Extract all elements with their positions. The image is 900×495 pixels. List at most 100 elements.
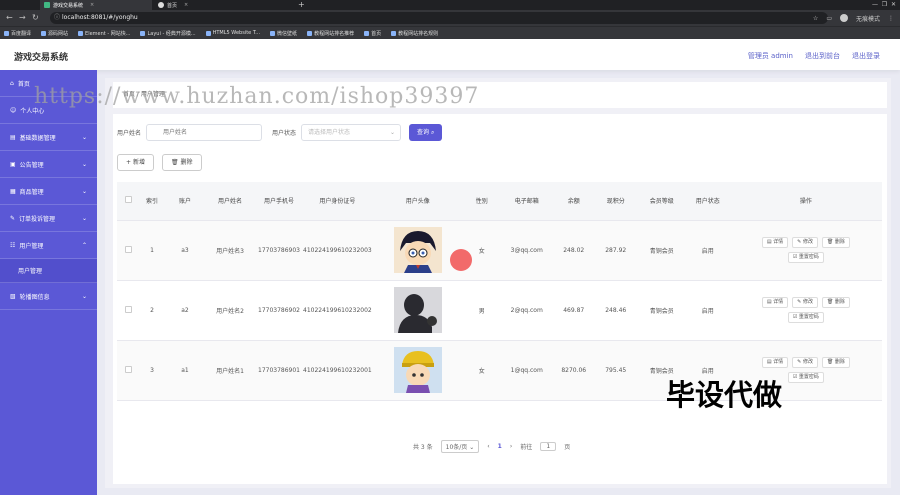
delete-button[interactable]: 🗑 删除 [821, 237, 850, 248]
sidebar-item-carousel[interactable]: ▧ 轮播图信息 ⌄ [0, 283, 97, 310]
delete-button[interactable]: 🗑 删除 [821, 357, 850, 368]
reset-password-button[interactable]: ☑ 重置密码 [787, 252, 824, 263]
status-filter-label: 用户状态 [272, 130, 297, 137]
cell-gender: 女 [463, 340, 500, 401]
sidebar-subitem-user-management[interactable]: 用户管理 [0, 259, 97, 283]
cell-name: 用户姓名2 [205, 280, 255, 341]
detail-button[interactable]: ▤ 详情 [761, 357, 789, 368]
profile-label[interactable]: 无痕模式 [856, 14, 880, 23]
row-checkbox[interactable] [124, 245, 132, 253]
sidebar-item-order-complaint[interactable]: ✎ 订单投诉管理 ⌄ [0, 205, 97, 232]
data-icon: ▤ [10, 133, 16, 141]
reset-password-button[interactable]: ☑ 重置密码 [787, 312, 824, 323]
browser-tab-active[interactable]: 游戏交易系统 × [40, 0, 152, 10]
home-icon: ⌂ [10, 79, 14, 87]
window-controls[interactable]: — ❐ ✕ [872, 0, 896, 10]
bookmark[interactable]: 教程网站排名推荐 [307, 30, 354, 37]
reload-icon[interactable]: ↻ [32, 13, 39, 22]
status-select[interactable]: 请选择用户状态 ⌄ [301, 124, 402, 141]
goto-label: 前往 [520, 444, 533, 451]
table-header-row: 索引 账户 用户姓名 用户手机号 用户身份证号 用户头像 性别 电子邮箱 余额 … [117, 182, 882, 221]
bookmark[interactable]: Element - 网站快... [78, 30, 130, 37]
bookmark-star-icon[interactable]: ☆ [813, 15, 818, 22]
bookmark-icon [391, 30, 397, 36]
col-header-avatar[interactable]: 用户头像 [371, 182, 464, 221]
user-avatar-image[interactable] [393, 347, 442, 393]
user-avatar-image[interactable] [393, 287, 442, 333]
cell-index: 3 [139, 340, 165, 401]
chevron-down-icon: ⌄ [81, 160, 87, 168]
page-number[interactable]: 1 [498, 443, 502, 450]
col-header-name[interactable]: 用户姓名 [205, 182, 255, 221]
sidebar-item-label: 公告管理 [19, 161, 44, 169]
sidebar-item-notice[interactable]: ▣ 公告管理 ⌄ [0, 151, 97, 178]
col-header-phone[interactable]: 用户手机号 [255, 182, 303, 221]
col-header-index[interactable]: 索引 [139, 182, 165, 221]
new-tab-icon[interactable]: + [298, 0, 305, 10]
name-search-input[interactable] [146, 124, 263, 141]
user-avatar-image[interactable] [393, 227, 442, 273]
delete-button[interactable]: 🗑 删除 [821, 297, 850, 308]
sidebar-item-goods[interactable]: ▦ 商品管理 ⌄ [0, 178, 97, 205]
bookmark[interactable]: 微信壁纸 [270, 30, 297, 37]
col-header-email[interactable]: 电子邮箱 [499, 182, 554, 221]
bookmark[interactable]: 源码网站 [41, 30, 68, 37]
profile-avatar-icon[interactable] [839, 14, 848, 22]
sidebar-item-base-data[interactable]: ▤ 基础数据管理 ⌄ [0, 124, 97, 151]
bookmark[interactable]: Layui - 经典开源模... [140, 30, 196, 37]
col-header-points[interactable]: 现积分 [593, 182, 638, 221]
back-icon[interactable]: ← [6, 13, 13, 22]
user-table: 索引 账户 用户姓名 用户手机号 用户身份证号 用户头像 性别 电子邮箱 余额 … [117, 182, 882, 401]
page-size-select[interactable]: 10条/页 ⌄ [440, 440, 480, 453]
logout-link[interactable]: 退出登录 [852, 51, 880, 61]
prev-page-icon[interactable]: ‹ [487, 443, 489, 450]
bookmark[interactable]: 首页 [364, 30, 381, 37]
next-page-icon[interactable]: › [510, 443, 512, 450]
add-button-label: 新增 [132, 159, 145, 166]
batch-delete-button[interactable]: 🗑 删除 [161, 154, 202, 171]
browser-tab-strip: 游戏交易系统 × 首页 × + — ❐ ✕ [0, 0, 900, 10]
app-header: 游戏交易系统 管理员 admin 退出到前台 退出登录 [0, 39, 900, 70]
cell-idcard: 410224199610232003 [303, 220, 372, 281]
edit-button[interactable]: ✎ 修改 [792, 237, 818, 248]
bookmark[interactable]: HTML5 Website T... [205, 30, 260, 36]
forward-icon[interactable]: → [19, 13, 26, 22]
cell-idcard: 410224199610232002 [303, 280, 372, 341]
browser-tab[interactable]: 首页 × [154, 0, 294, 10]
edit-button[interactable]: ✎ 修改 [792, 297, 818, 308]
edit-button[interactable]: ✎ 修改 [792, 357, 818, 368]
close-tab-icon[interactable]: × [90, 2, 94, 8]
goto-page-input[interactable]: 1 [540, 442, 557, 451]
row-checkbox[interactable] [124, 305, 132, 313]
menu-dots-icon[interactable]: ⋮ [888, 15, 894, 22]
reset-password-button[interactable]: ☑ 重置密码 [787, 372, 824, 383]
col-header-gender[interactable]: 性别 [463, 182, 500, 221]
detail-button[interactable]: ▤ 详情 [761, 297, 789, 308]
bookmark[interactable]: 教程网站排名规则 [391, 30, 438, 37]
col-header-balance[interactable]: 余额 [553, 182, 594, 221]
col-header-level[interactable]: 会员等级 [637, 182, 686, 221]
row-checkbox[interactable] [124, 365, 132, 373]
cell-account: a1 [165, 340, 205, 401]
col-header-account[interactable]: 账户 [165, 182, 205, 221]
cell-gender: 女 [463, 220, 500, 281]
sidebar-item-users[interactable]: ☷ 用户管理 ⌃ [0, 232, 97, 259]
bookmark[interactable]: 百度翻译 [4, 30, 31, 37]
query-button[interactable]: 查询 ⌕ [409, 124, 443, 141]
select-all-checkbox[interactable] [124, 196, 132, 204]
user-list-card: 用户姓名 用户状态 请选择用户状态 ⌄ 查询 ⌕ + 新增 🗑 删除 [113, 114, 887, 484]
address-bar[interactable]: ⓘ localhost:8081/#/yonghu [50, 12, 828, 24]
cell-phone: 17703786901 [255, 340, 303, 401]
col-header-idcard[interactable]: 用户身份证号 [303, 182, 372, 221]
col-header-status[interactable]: 用户状态 [685, 182, 730, 221]
cell-account: a3 [165, 220, 205, 281]
bookmark-icon [140, 30, 146, 36]
cell-index: 1 [139, 220, 165, 281]
cell-name: 用户姓名1 [205, 340, 255, 401]
add-button[interactable]: + 新增 [117, 154, 154, 171]
back-to-frontend-link[interactable]: 退出到前台 [805, 51, 840, 61]
total-count: 共 3 条 [413, 444, 433, 451]
detail-button[interactable]: ▤ 详情 [761, 237, 789, 248]
extensions-icon[interactable]: ▭ [826, 15, 832, 22]
close-tab-icon[interactable]: × [184, 2, 188, 8]
